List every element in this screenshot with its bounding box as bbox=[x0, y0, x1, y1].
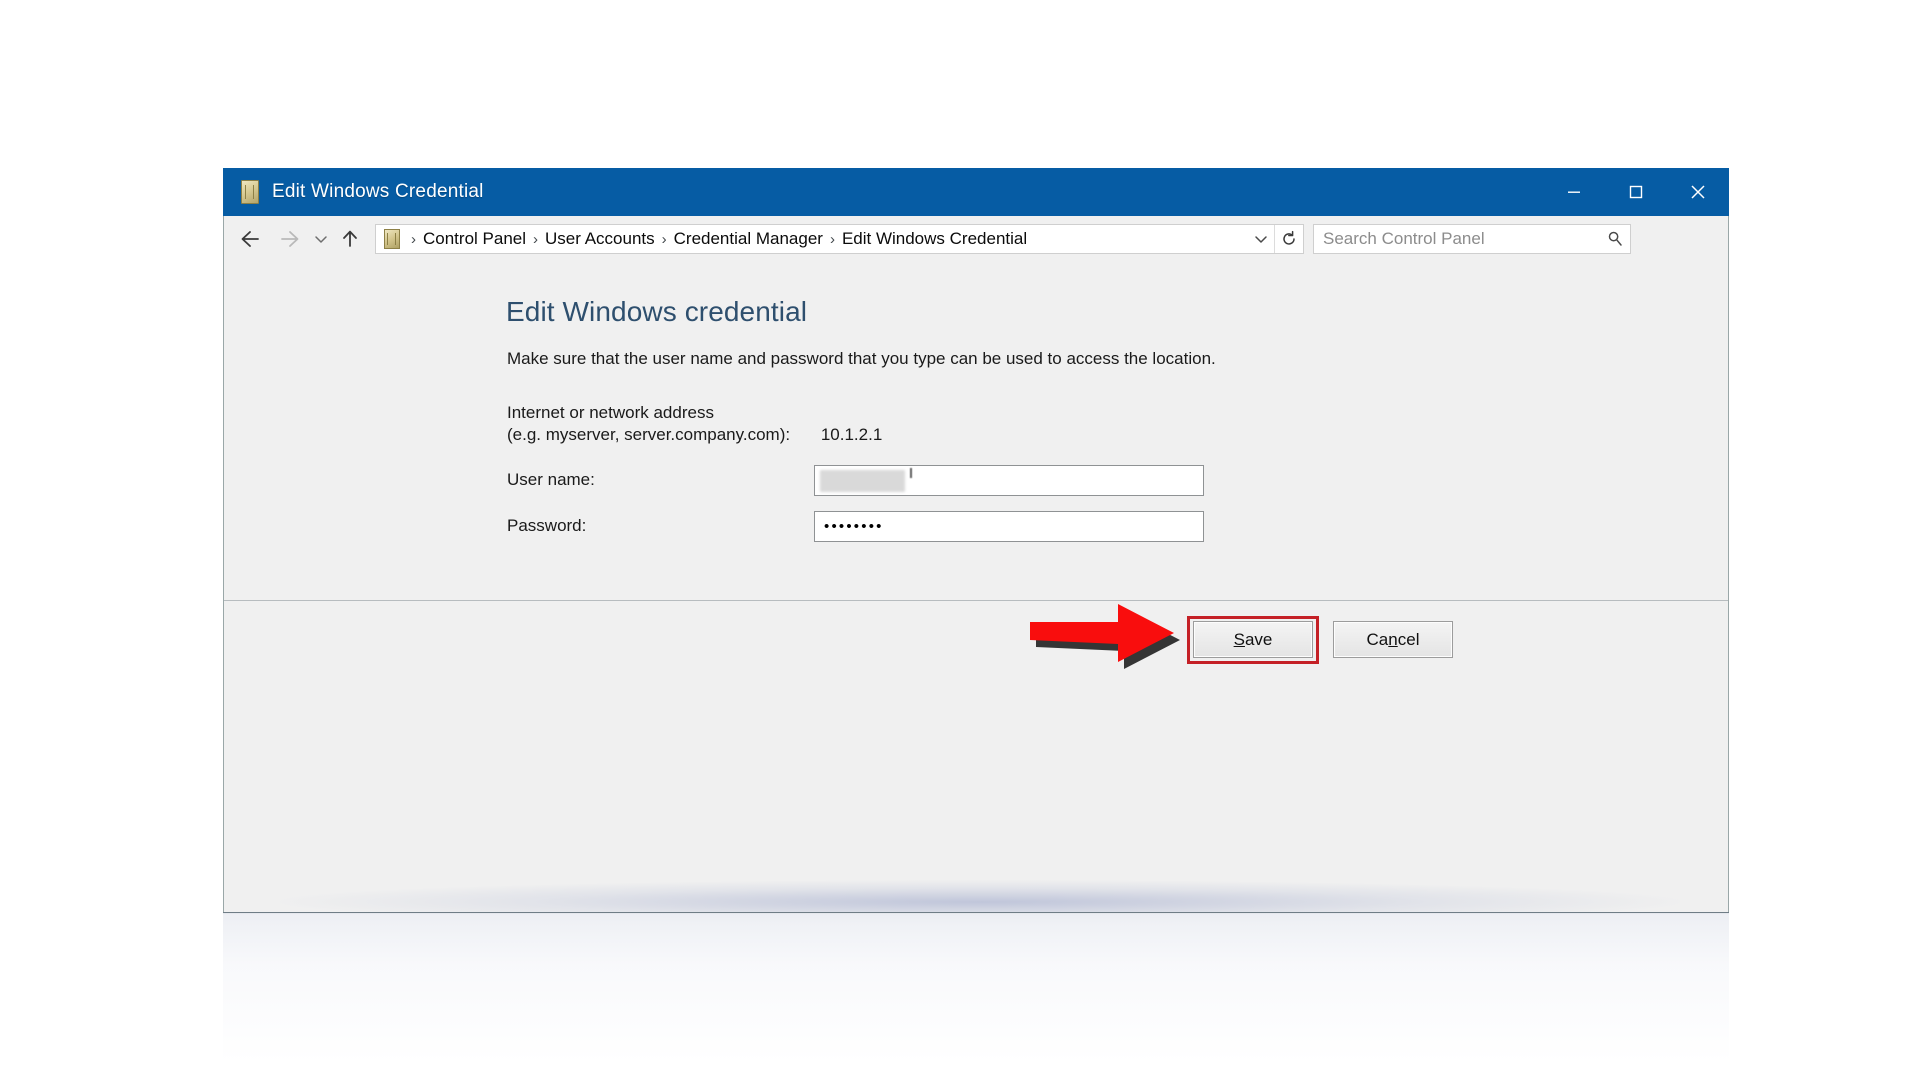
breadcrumb-item-control-panel[interactable]: Control Panel bbox=[423, 229, 526, 249]
cancel-button[interactable]: Cancel bbox=[1333, 621, 1453, 658]
password-row: Password: •••••••• bbox=[507, 510, 1204, 542]
address-bar[interactable]: › Control Panel › User Accounts › Creden… bbox=[375, 224, 1304, 254]
credential-card-icon bbox=[382, 228, 402, 250]
breadcrumb-item-credential-manager[interactable]: Credential Manager bbox=[674, 229, 823, 249]
back-button[interactable] bbox=[233, 222, 267, 256]
breadcrumb-item-edit-windows-credential[interactable]: Edit Windows Credential bbox=[842, 229, 1027, 249]
username-input[interactable] bbox=[814, 464, 1204, 496]
maximize-icon bbox=[1629, 185, 1643, 199]
search-box[interactable]: Search Control Panel bbox=[1313, 224, 1631, 254]
breadcrumb-separator: › bbox=[829, 230, 835, 248]
search-button[interactable] bbox=[1600, 230, 1630, 248]
password-label: Password: bbox=[507, 516, 587, 535]
network-address-block: Internet or network address (e.g. myserv… bbox=[507, 402, 882, 446]
breadcrumb-item-user-accounts[interactable]: User Accounts bbox=[545, 229, 655, 249]
username-row: User name: bbox=[507, 464, 1204, 496]
save-label-rest: ave bbox=[1244, 629, 1273, 649]
username-label: User name: bbox=[507, 470, 595, 489]
red-arrow-annotation bbox=[1030, 604, 1180, 669]
chevron-down-icon bbox=[1255, 236, 1267, 243]
cancel-button-label: Cancel bbox=[1367, 630, 1420, 650]
network-address-label-line1: Internet or network address bbox=[507, 403, 714, 422]
close-button[interactable] bbox=[1667, 168, 1729, 216]
credential-card-icon bbox=[239, 179, 261, 205]
password-input[interactable]: •••••••• bbox=[814, 510, 1204, 542]
up-button[interactable] bbox=[335, 222, 365, 256]
cancel-label-rest: cel bbox=[1397, 629, 1420, 649]
back-arrow-icon bbox=[241, 231, 259, 247]
minimize-button[interactable] bbox=[1543, 168, 1605, 216]
network-address-value: 10.1.2.1 bbox=[820, 425, 883, 444]
forward-arrow-icon bbox=[281, 231, 299, 247]
search-icon bbox=[1608, 231, 1622, 246]
address-toolbar: › Control Panel › User Accounts › Creden… bbox=[224, 216, 1728, 262]
save-button[interactable]: Save bbox=[1193, 621, 1313, 658]
up-arrow-icon bbox=[343, 230, 357, 247]
title-bar-left-group: Edit Windows Credential bbox=[239, 168, 484, 216]
recent-locations-button[interactable] bbox=[309, 222, 333, 256]
dialog-footer bbox=[224, 601, 1728, 912]
breadcrumb-separator: › bbox=[533, 230, 539, 248]
save-button-label: Save bbox=[1234, 630, 1273, 650]
page-description: Make sure that the user name and passwor… bbox=[507, 349, 1216, 368]
refresh-icon bbox=[1283, 230, 1295, 245]
chevron-down-icon bbox=[315, 236, 327, 243]
username-redaction-block bbox=[820, 469, 905, 492]
credential-form-panel: Edit Windows credential Make sure that t… bbox=[224, 262, 1728, 600]
forward-button bbox=[273, 222, 307, 256]
screenshot-stage: NeuronVM Edit Windows Credential bbox=[0, 0, 1920, 1080]
minimize-icon bbox=[1568, 191, 1580, 193]
breadcrumb-separator: › bbox=[411, 230, 416, 248]
refresh-button[interactable] bbox=[1274, 225, 1303, 253]
window-reflection bbox=[223, 913, 1729, 1063]
window-controls bbox=[1543, 168, 1729, 216]
maximize-button[interactable] bbox=[1605, 168, 1667, 216]
close-icon bbox=[1691, 185, 1705, 199]
page-title: Edit Windows credential bbox=[506, 296, 808, 327]
breadcrumb-separator: › bbox=[661, 230, 667, 248]
address-dropdown-button[interactable] bbox=[1248, 233, 1274, 245]
cancel-label-start: Ca bbox=[1366, 629, 1389, 649]
window-title-bar[interactable]: Edit Windows Credential bbox=[223, 168, 1729, 216]
window-title: Edit Windows Credential bbox=[272, 181, 484, 202]
cancel-accel-key: n bbox=[1388, 629, 1398, 649]
password-masked-value: •••••••• bbox=[824, 517, 884, 535]
username-caret-mark bbox=[910, 467, 912, 478]
save-accel-key: S bbox=[1233, 629, 1245, 649]
network-address-label-line2: (e.g. myserver, server.company.com): bbox=[507, 425, 791, 444]
search-input[interactable]: Search Control Panel bbox=[1314, 229, 1600, 249]
network-address-label-line2-row: (e.g. myserver, server.company.com): 10.… bbox=[507, 424, 882, 446]
